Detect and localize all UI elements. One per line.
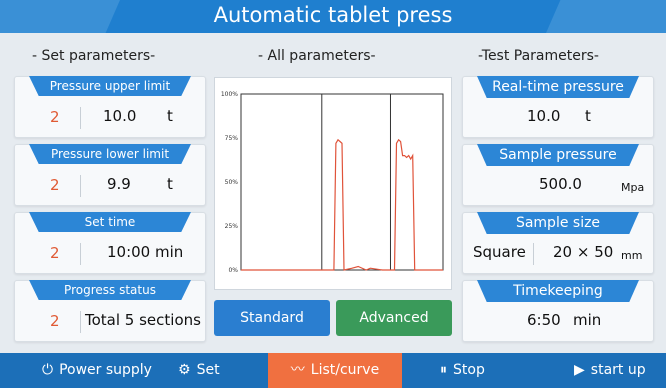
param-value[interactable]: 10.0 [103,107,136,125]
power-supply-button[interactable]: ⏻ Power supply [42,353,152,388]
list-curve-button[interactable]: 〰 List/curve [268,353,402,388]
param-value[interactable]: 9.9 [107,175,131,193]
divider [80,107,81,129]
param-label: Pressure upper limit [29,76,191,96]
y-tick-label: 50% [225,179,239,186]
set-param-pressure-upper[interactable]: Pressure upper limit 2 10.0 t [14,76,206,138]
section-title-all: - All parameters- [258,48,376,64]
footer-bar: ⏻ Power supply ⚙ Set 〰 List/curve ⏸ Stop ▶ st… [0,353,666,388]
sample-shape: Square [473,243,526,261]
y-tick-label: 75% [225,135,239,142]
section-title-set: - Set parameters- [32,48,156,64]
param-unit: min [573,311,602,329]
param-value: 6:50 [527,311,561,329]
param-unit: mm [621,249,643,262]
param-index: 2 [50,176,60,194]
y-tick-label: 25% [225,223,239,230]
set-label: Set [196,362,220,378]
param-value[interactable]: Total 5 sections [85,311,201,329]
pressure-curve-line [241,138,443,271]
divider [80,243,81,265]
play-icon: ▶ [574,362,585,378]
set-param-progress-status[interactable]: Progress status 2 Total 5 sections [14,280,206,342]
set-param-pressure-lower[interactable]: Pressure lower limit 2 9.9 t [14,144,206,206]
gear-icon: ⚙ [178,362,191,378]
list-curve-label: List/curve [310,362,380,378]
param-value[interactable]: 10:00 [107,243,150,261]
param-label: Real-time pressure [477,76,639,98]
y-tick-label: 100% [221,91,238,98]
test-param-sample-size: Sample size Square 20 × 50 mm [462,212,654,274]
param-index: 2 [50,312,60,330]
start-up-label: start up [590,362,646,378]
test-param-sample-pressure: Sample pressure 500.0 Mpa [462,144,654,206]
stop-button[interactable]: ⏸ Stop [440,353,485,388]
param-label: Progress status [29,280,191,300]
param-label: Set time [29,212,191,232]
power-icon: ⏻ [42,362,54,378]
param-label: Sample pressure [477,144,639,166]
advanced-button[interactable]: Advanced [336,300,452,336]
param-unit: t [167,175,173,193]
pressure-curve-chart: 100% 75% 50% 25% 0% [214,77,452,290]
start-up-button[interactable]: ▶ start up [574,353,646,388]
chart-svg: 100% 75% 50% 25% 0% [221,91,444,274]
param-label: Pressure lower limit [29,144,191,164]
param-index: 2 [50,244,60,262]
divider [80,311,81,333]
divider [80,175,81,197]
param-unit: t [167,107,173,125]
param-value: 500.0 [539,175,582,193]
stop-label: Stop [453,362,485,378]
param-unit: Mpa [621,181,645,194]
curve-icon: 〰 [290,362,305,378]
section-title-test: -Test Parameters- [478,48,599,64]
set-button[interactable]: ⚙ Set [178,353,220,388]
param-unit: min [155,243,184,261]
param-label: Timekeeping [477,280,639,302]
param-value: 10.0 [527,107,561,125]
param-unit: t [585,107,591,125]
page-title: Automatic tablet press [213,3,453,27]
test-param-realtime-pressure: Real-time pressure 10.0 t [462,76,654,138]
power-supply-label: Power supply [59,362,152,378]
header-bar: Automatic tablet press [0,0,666,33]
param-label: Sample size [477,212,639,234]
standard-button[interactable]: Standard [214,300,330,336]
test-param-timekeeping: Timekeeping 6:50 min [462,280,654,342]
y-tick-label: 0% [228,267,238,274]
param-index: 2 [50,108,60,126]
pause-icon: ⏸ [440,362,447,378]
set-param-set-time[interactable]: Set time 2 10:00 min [14,212,206,274]
param-value: 20 × 50 [553,243,614,261]
divider [533,243,534,265]
